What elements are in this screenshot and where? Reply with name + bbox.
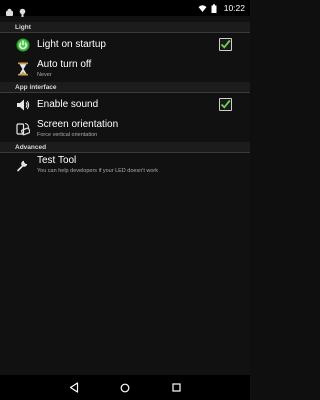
section-header-advanced: Advanced — [0, 142, 250, 153]
pref-title: Auto turn off — [37, 59, 92, 70]
pref-title: Enable sound — [37, 99, 99, 110]
settings-list: Light Light on startup Auto turn off Nev… — [0, 22, 250, 178]
pref-summary: You can help developers if your LED does… — [37, 168, 159, 174]
wifi-icon — [198, 4, 207, 13]
screen: 10:22 Light Light on startup Auto turn o… — [0, 0, 250, 400]
rotate-phone-icon — [15, 121, 31, 137]
recents-icon[interactable] — [169, 381, 183, 395]
wrench-icon — [15, 157, 31, 173]
status-bar: 10:22 — [0, 0, 250, 17]
back-icon[interactable] — [67, 381, 81, 395]
pref-test-tool[interactable]: Test Tool You can help developers if you… — [0, 153, 250, 178]
android-notification-icon — [5, 4, 14, 16]
pref-enable-sound[interactable]: Enable sound — [0, 93, 250, 117]
section-header-light: Light — [0, 22, 250, 33]
hourglass-icon — [15, 61, 31, 77]
pref-light-on-startup[interactable]: Light on startup — [0, 33, 250, 57]
light-on-startup-checkbox[interactable] — [219, 38, 232, 51]
pref-title: Screen orientation — [37, 119, 119, 130]
navigation-bar — [0, 375, 250, 400]
battery-icon — [211, 3, 220, 13]
power-icon — [15, 37, 31, 53]
pref-screen-orientation[interactable]: Screen orientation Force vertical orient… — [0, 117, 250, 142]
pref-title: Test Tool — [37, 155, 77, 166]
status-time: 10:22 — [223, 3, 245, 13]
enable-sound-checkbox[interactable] — [219, 98, 232, 111]
section-header-app-interface: App interface — [0, 82, 250, 93]
android-notification-icon — [18, 4, 27, 17]
pref-summary: Force vertical orientation — [37, 132, 98, 138]
pref-summary: Never — [37, 72, 52, 78]
home-icon[interactable] — [118, 381, 132, 395]
speaker-icon — [15, 97, 31, 113]
pref-title: Light on startup — [37, 39, 106, 50]
pref-auto-turn-off[interactable]: Auto turn off Never — [0, 57, 250, 82]
